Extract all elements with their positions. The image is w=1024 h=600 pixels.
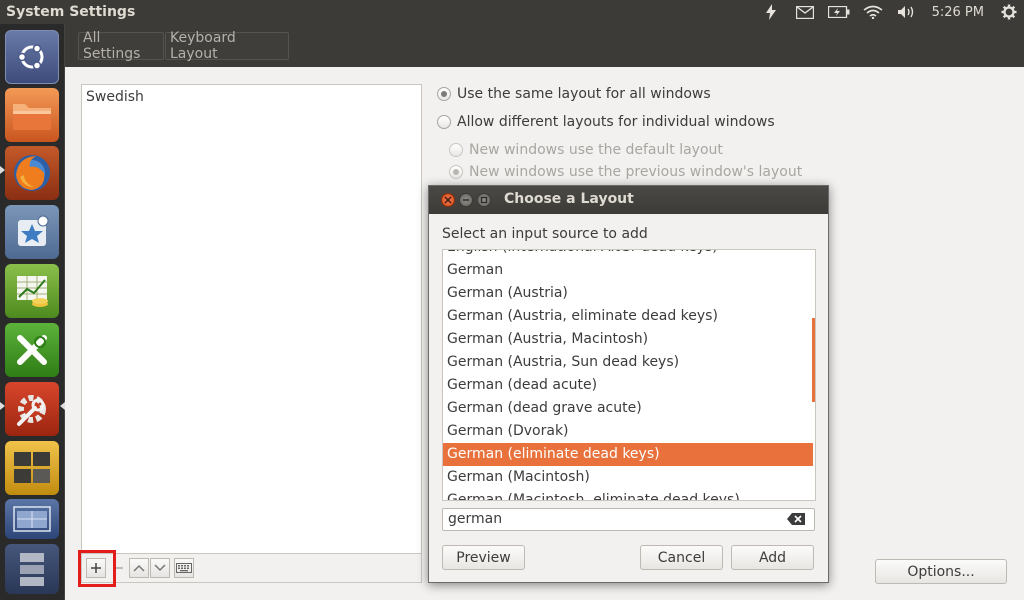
firefox-icon[interactable] (5, 146, 59, 200)
move-up-button[interactable] (129, 558, 149, 578)
preview-button[interactable]: Preview (442, 545, 525, 570)
list-item[interactable]: German (Austria, Macintosh) (443, 328, 813, 351)
top-panel: System Settings 5:26 PM (0, 0, 1024, 24)
previous-layout-label: New windows use the previous window's la… (469, 164, 803, 180)
move-down-button[interactable] (150, 558, 170, 578)
maximize-icon[interactable] (477, 193, 491, 207)
list-item[interactable]: German (Macintosh) (443, 466, 813, 489)
keyboard-icon[interactable] (174, 558, 194, 578)
choose-layout-dialog: Choose a Layout Select an input source t… (428, 185, 829, 583)
same-layout-radio[interactable]: Use the same layout for all windows (437, 86, 711, 102)
list-toolbar (81, 554, 422, 583)
all-settings-button[interactable]: All Settings (78, 30, 164, 62)
dialog-prompt: Select an input source to add (442, 226, 648, 242)
trash-icon[interactable] (5, 544, 59, 594)
breadcrumb-current[interactable]: Keyboard Layout (165, 30, 289, 62)
list-item[interactable]: German (Austria, Sun dead keys) (443, 351, 813, 374)
close-icon[interactable] (441, 193, 455, 207)
different-layouts-label: Allow different layouts for individual w… (457, 114, 775, 130)
list-item-selected[interactable]: German (eliminate dead keys) (443, 443, 813, 466)
settings-toolbar: All Settings Keyboard Layout (65, 24, 1024, 67)
minimize-icon[interactable] (459, 193, 473, 207)
clock[interactable]: 5:26 PM (924, 5, 994, 20)
radio-indicator (449, 143, 463, 157)
ubuntu-dash-icon[interactable] (5, 30, 59, 84)
app-title: System Settings (6, 4, 136, 20)
volume-icon[interactable] (890, 0, 924, 24)
launcher (0, 24, 65, 600)
active-indicator (60, 402, 65, 410)
indicator-area: 5:26 PM (754, 0, 1024, 24)
default-layout-label: New windows use the default layout (469, 142, 723, 158)
wifi-icon[interactable] (856, 0, 890, 24)
mail-icon[interactable] (788, 0, 822, 24)
dialog-titlebar: Choose a Layout (429, 186, 828, 214)
battery-icon[interactable] (822, 0, 856, 24)
radio-indicator (449, 165, 463, 179)
gear-icon[interactable] (994, 0, 1024, 24)
radio-indicator (437, 115, 451, 129)
scrollbar[interactable] (812, 318, 815, 402)
workspaces-icon[interactable] (5, 441, 59, 495)
list-item[interactable]: German (Macintosh, eliminate dead keys) (443, 489, 813, 500)
input-source-list[interactable]: English (international AltGr dead keys) … (442, 249, 816, 501)
files-icon[interactable] (5, 88, 59, 142)
search-input[interactable]: german (442, 508, 815, 531)
software-center-icon[interactable] (5, 205, 59, 259)
list-item[interactable]: German (dead grave acute) (443, 397, 813, 420)
text-editor-icon[interactable] (5, 323, 59, 377)
dialog-title: Choose a Layout (504, 191, 634, 207)
radio-indicator (437, 87, 451, 101)
workspace-switcher-icon[interactable] (5, 499, 59, 539)
different-layouts-radio[interactable]: Allow different layouts for individual w… (437, 114, 775, 130)
list-item[interactable]: German (Austria) (443, 282, 813, 305)
list-item[interactable]: German (Dvorak) (443, 420, 813, 443)
default-layout-radio[interactable]: New windows use the default layout (449, 142, 723, 158)
list-item[interactable]: English (international AltGr dead keys) (443, 250, 813, 259)
list-item[interactable]: German (dead acute) (443, 374, 813, 397)
same-layout-label: Use the same layout for all windows (457, 86, 711, 102)
list-item[interactable]: Swedish (82, 85, 421, 109)
system-settings-icon[interactable] (5, 382, 59, 436)
clear-icon[interactable] (787, 513, 820, 529)
cancel-button[interactable]: Cancel (640, 545, 723, 570)
add-button[interactable]: Add (731, 545, 814, 570)
bolt-icon[interactable] (754, 0, 788, 24)
spreadsheet-icon[interactable] (5, 264, 59, 318)
highlight-annotation (78, 550, 116, 587)
list-item[interactable]: German (443, 259, 813, 282)
list-item[interactable]: German (Austria, eliminate dead keys) (443, 305, 813, 328)
options-button[interactable]: Options... (875, 559, 1007, 584)
input-sources-list: Swedish (81, 84, 422, 554)
previous-layout-radio[interactable]: New windows use the previous window's la… (449, 164, 802, 180)
